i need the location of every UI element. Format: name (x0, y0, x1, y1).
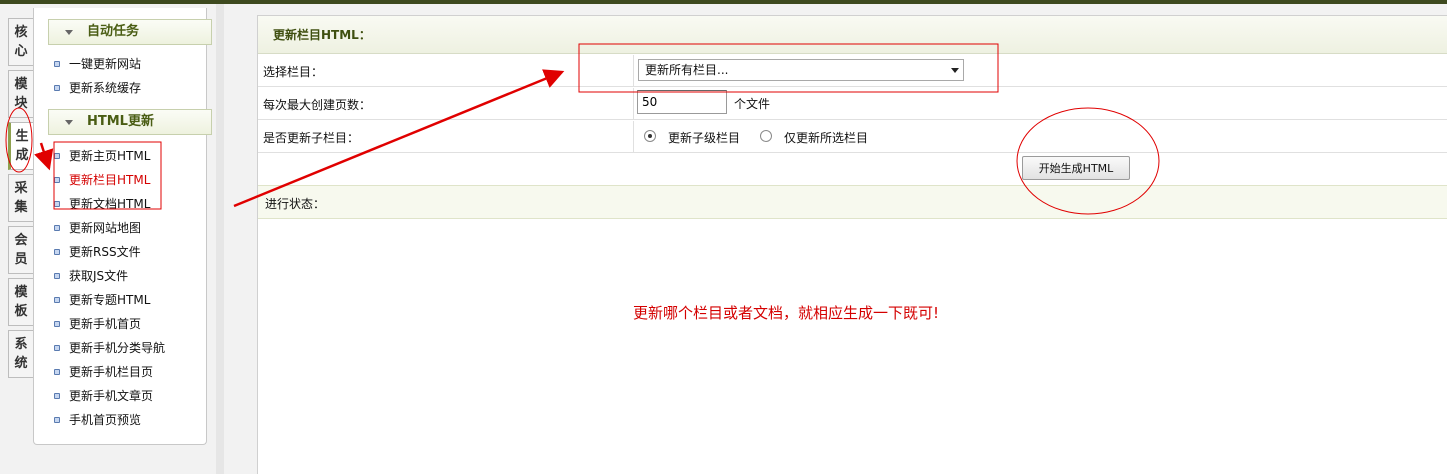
bullet-icon (54, 297, 60, 303)
bullet-icon (54, 369, 60, 375)
section-title: HTML更新 (87, 114, 154, 129)
progress-status-label: 进行状态： (265, 197, 326, 211)
menu-item-label: 更新手机文章页 (69, 389, 154, 403)
tab-label: 会员 (14, 233, 28, 267)
radio-update-children-label[interactable]: 更新子级栏目 (668, 129, 740, 146)
tab-label: 采集 (14, 181, 28, 215)
menu-item-update-cache[interactable]: 更新系统缓存 (54, 79, 141, 97)
menu-section-header[interactable]: 自动任务 (48, 19, 212, 45)
menu-item-label: 手机首页预览 (69, 413, 142, 427)
radio-update-children[interactable] (644, 130, 656, 142)
column-select[interactable]: 更新所有栏目... (638, 59, 964, 81)
menu-item-update-article[interactable]: 更新文档HTML (54, 195, 150, 213)
bullet-icon (54, 85, 60, 91)
tab-label: 模块 (14, 77, 28, 111)
menu-item-label: 一键更新网站 (69, 57, 142, 71)
column-divider (633, 55, 634, 86)
max-pages-unit: 个文件 (734, 97, 771, 111)
bullet-icon (54, 201, 60, 207)
bullet-icon (54, 345, 60, 351)
column-divider (633, 88, 634, 119)
bullet-icon (54, 177, 60, 183)
menu-item-update-sitemap[interactable]: 更新网站地图 (54, 219, 141, 237)
tab-label: 核心 (14, 25, 28, 59)
page-title: 更新栏目HTML： (258, 16, 1447, 54)
frame-splitter[interactable] (216, 4, 224, 474)
row-select-column: 选择栏目： 更新所有栏目... (258, 55, 1447, 87)
menu-item-update-mobile-nav[interactable]: 更新手机分类导航 (54, 339, 165, 357)
menu-item-label: 更新系统缓存 (69, 81, 142, 95)
menu-section-header[interactable]: HTML更新 (48, 109, 212, 135)
update-sub-label: 是否更新子栏目： (263, 131, 360, 145)
menu-item-update-mobile-article[interactable]: 更新手机文章页 (54, 387, 153, 405)
column-select-value: 更新所有栏目... (645, 63, 729, 77)
menu-item-label: 更新主页HTML (69, 149, 151, 163)
menu-item-label: 更新手机栏目页 (69, 365, 154, 379)
tab-label: 生成 (15, 129, 29, 163)
max-pages-label: 每次最大创建页数： (263, 98, 372, 112)
menu-item-update-mobile-home[interactable]: 更新手机首页 (54, 315, 141, 333)
menu-item-label: 更新手机分类导航 (69, 341, 166, 355)
annotation-note: 更新哪个栏目或者文档，就相应生成一下既可! (633, 304, 940, 322)
tab-label: 系统 (14, 337, 28, 371)
radio-update-selected-only[interactable] (760, 130, 772, 142)
app-background: 核心 模块 生成 采集 会员 模板 系统 自动任务 一键更新网站 更新系统缓存 … (0, 4, 1447, 474)
tab-module[interactable]: 模块 (8, 70, 34, 118)
select-column-label: 选择栏目： (263, 65, 324, 79)
menu-item-update-rss[interactable]: 更新RSS文件 (54, 243, 141, 261)
collapse-triangle-icon (65, 30, 73, 35)
main-panel: 更新栏目HTML： 选择栏目： 更新所有栏目... 每次最大创建页数： 个文件 … (257, 15, 1447, 474)
row-max-pages: 每次最大创建页数： 个文件 (258, 88, 1447, 120)
collapse-triangle-icon (65, 120, 73, 125)
menu-item-update-site[interactable]: 一键更新网站 (54, 55, 141, 73)
row-update-sub: 是否更新子栏目： 更新子级栏目 仅更新所选栏目 (258, 121, 1447, 153)
tab-label: 模板 (14, 285, 28, 319)
bullet-icon (54, 393, 60, 399)
menu-item-label: 获取JS文件 (69, 269, 129, 283)
menu-item-update-home[interactable]: 更新主页HTML (54, 147, 150, 165)
column-divider (633, 121, 634, 152)
menu-item-mobile-preview[interactable]: 手机首页预览 (54, 411, 141, 429)
menu-item-label: 更新手机首页 (69, 317, 142, 331)
menu-item-update-topic[interactable]: 更新专题HTML (54, 291, 150, 309)
menu-item-label: 更新网站地图 (69, 221, 142, 235)
tab-system[interactable]: 系统 (8, 330, 34, 378)
tab-template[interactable]: 模板 (8, 278, 34, 326)
menu-item-label: 更新RSS文件 (69, 245, 141, 259)
tab-member[interactable]: 会员 (8, 226, 34, 274)
menu-item-label: 更新专题HTML (69, 293, 151, 307)
bullet-icon (54, 321, 60, 327)
tab-generate[interactable]: 生成 (8, 122, 34, 170)
bullet-icon (54, 61, 60, 67)
menu-item-get-js[interactable]: 获取JS文件 (54, 267, 128, 285)
bullet-icon (54, 225, 60, 231)
progress-status-bar: 进行状态： (258, 185, 1447, 219)
menu-item-update-column[interactable]: 更新栏目HTML (54, 171, 150, 189)
bullet-icon (54, 273, 60, 279)
section-title: 自动任务 (87, 24, 140, 39)
menu-item-label: 更新文档HTML (69, 197, 151, 211)
bullet-icon (54, 153, 60, 159)
menu-item-label: 更新栏目HTML (69, 173, 151, 187)
bullet-icon (54, 417, 60, 423)
tab-core[interactable]: 核心 (8, 18, 34, 66)
tab-collect[interactable]: 采集 (8, 174, 34, 222)
radio-update-selected-only-label[interactable]: 仅更新所选栏目 (784, 129, 868, 146)
start-generate-button[interactable]: 开始生成HTML (1022, 156, 1130, 180)
menu-item-update-mobile-column[interactable]: 更新手机栏目页 (54, 363, 153, 381)
sidebar-menu: 自动任务 一键更新网站 更新系统缓存 HTML更新 更新主页HTML 更新栏目H… (33, 8, 212, 445)
max-pages-input[interactable] (637, 90, 727, 114)
bullet-icon (54, 249, 60, 255)
dropdown-arrow-icon (951, 68, 959, 73)
